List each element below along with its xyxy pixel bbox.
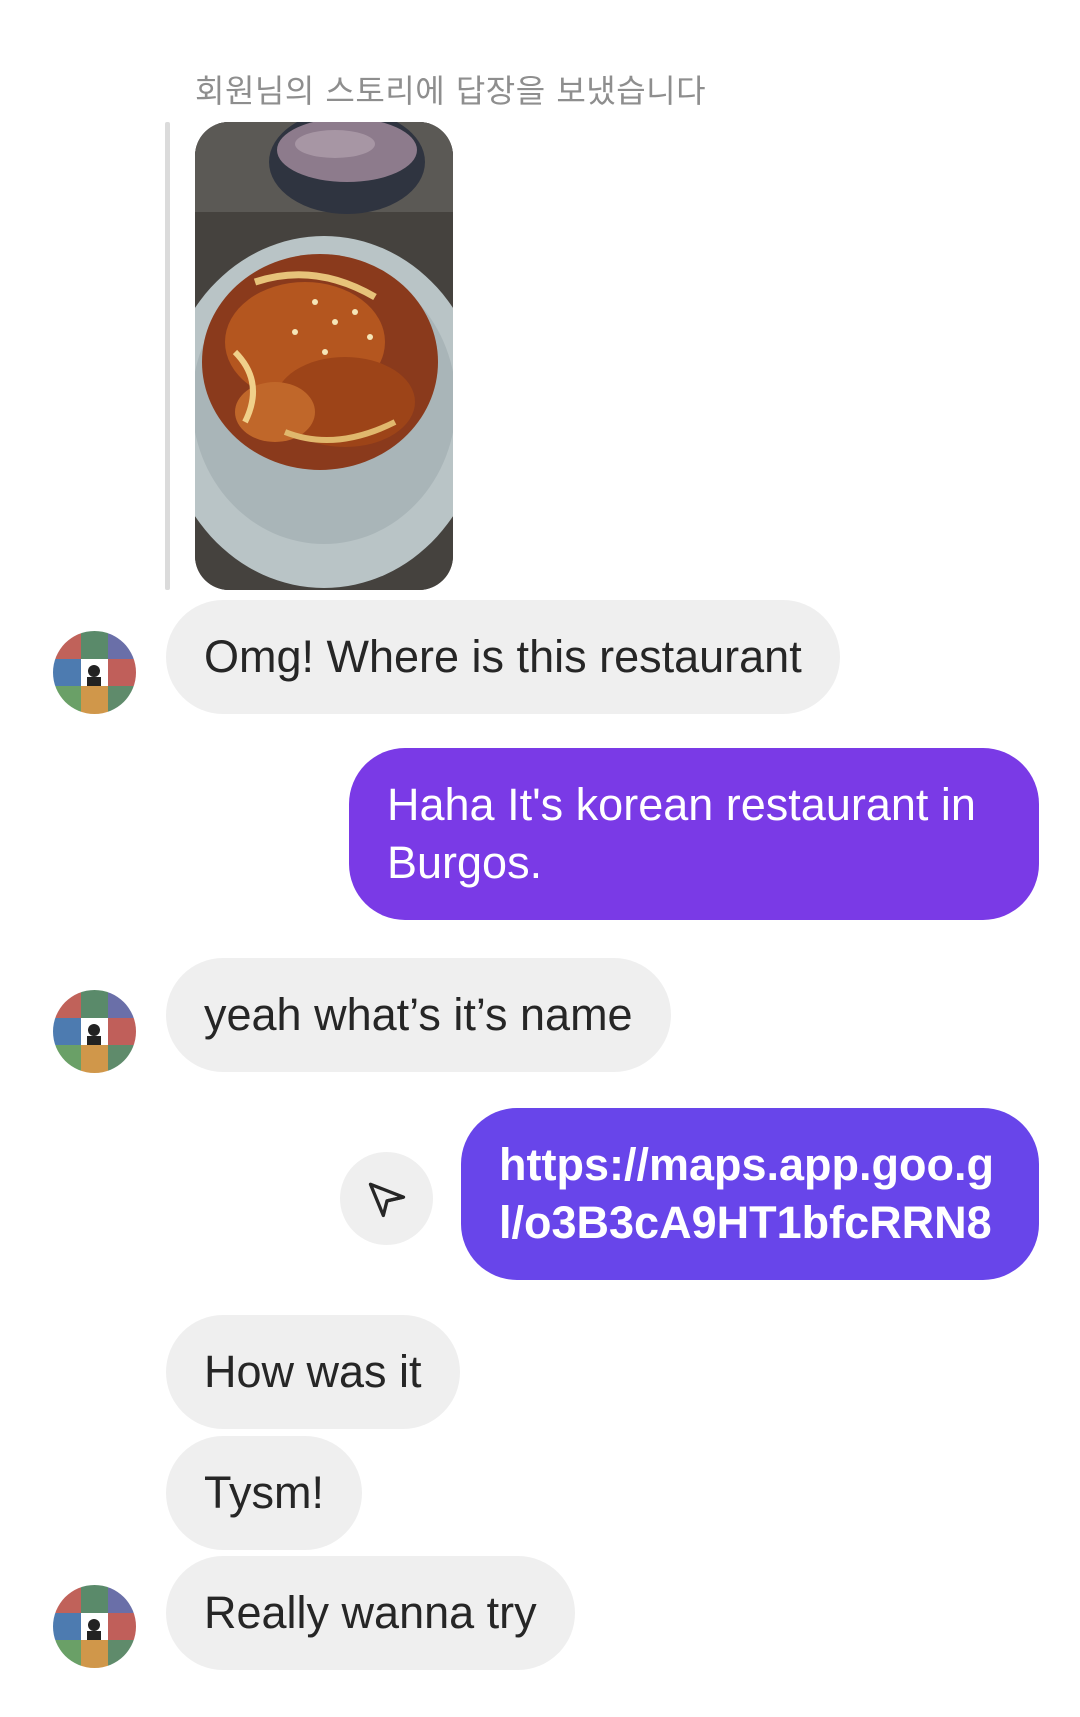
story-reply-caption: 회원님의 스토리에 답장을 보냈습니다 [195,72,707,110]
incoming-message[interactable]: yeah what’s it’s name [166,958,671,1072]
incoming-message[interactable]: Really wanna try [166,1556,575,1670]
avatar-icon[interactable] [53,990,136,1073]
incoming-message[interactable]: How was it [166,1315,460,1429]
story-quote-bar [165,122,170,590]
avatar-icon[interactable] [53,631,136,714]
incoming-message[interactable]: Omg! Where is this restaurant [166,600,840,714]
story-thumbnail[interactable] [195,122,453,590]
incoming-message[interactable]: Tysm! [166,1436,362,1550]
link-message[interactable]: https://maps.app.goo.gl/o3B3cA9HT1bfcRRN… [461,1108,1039,1280]
outgoing-message[interactable]: Haha It's korean restaurant in Burgos. [349,748,1039,920]
avatar-icon[interactable] [53,1585,136,1668]
send-icon[interactable] [340,1152,433,1245]
